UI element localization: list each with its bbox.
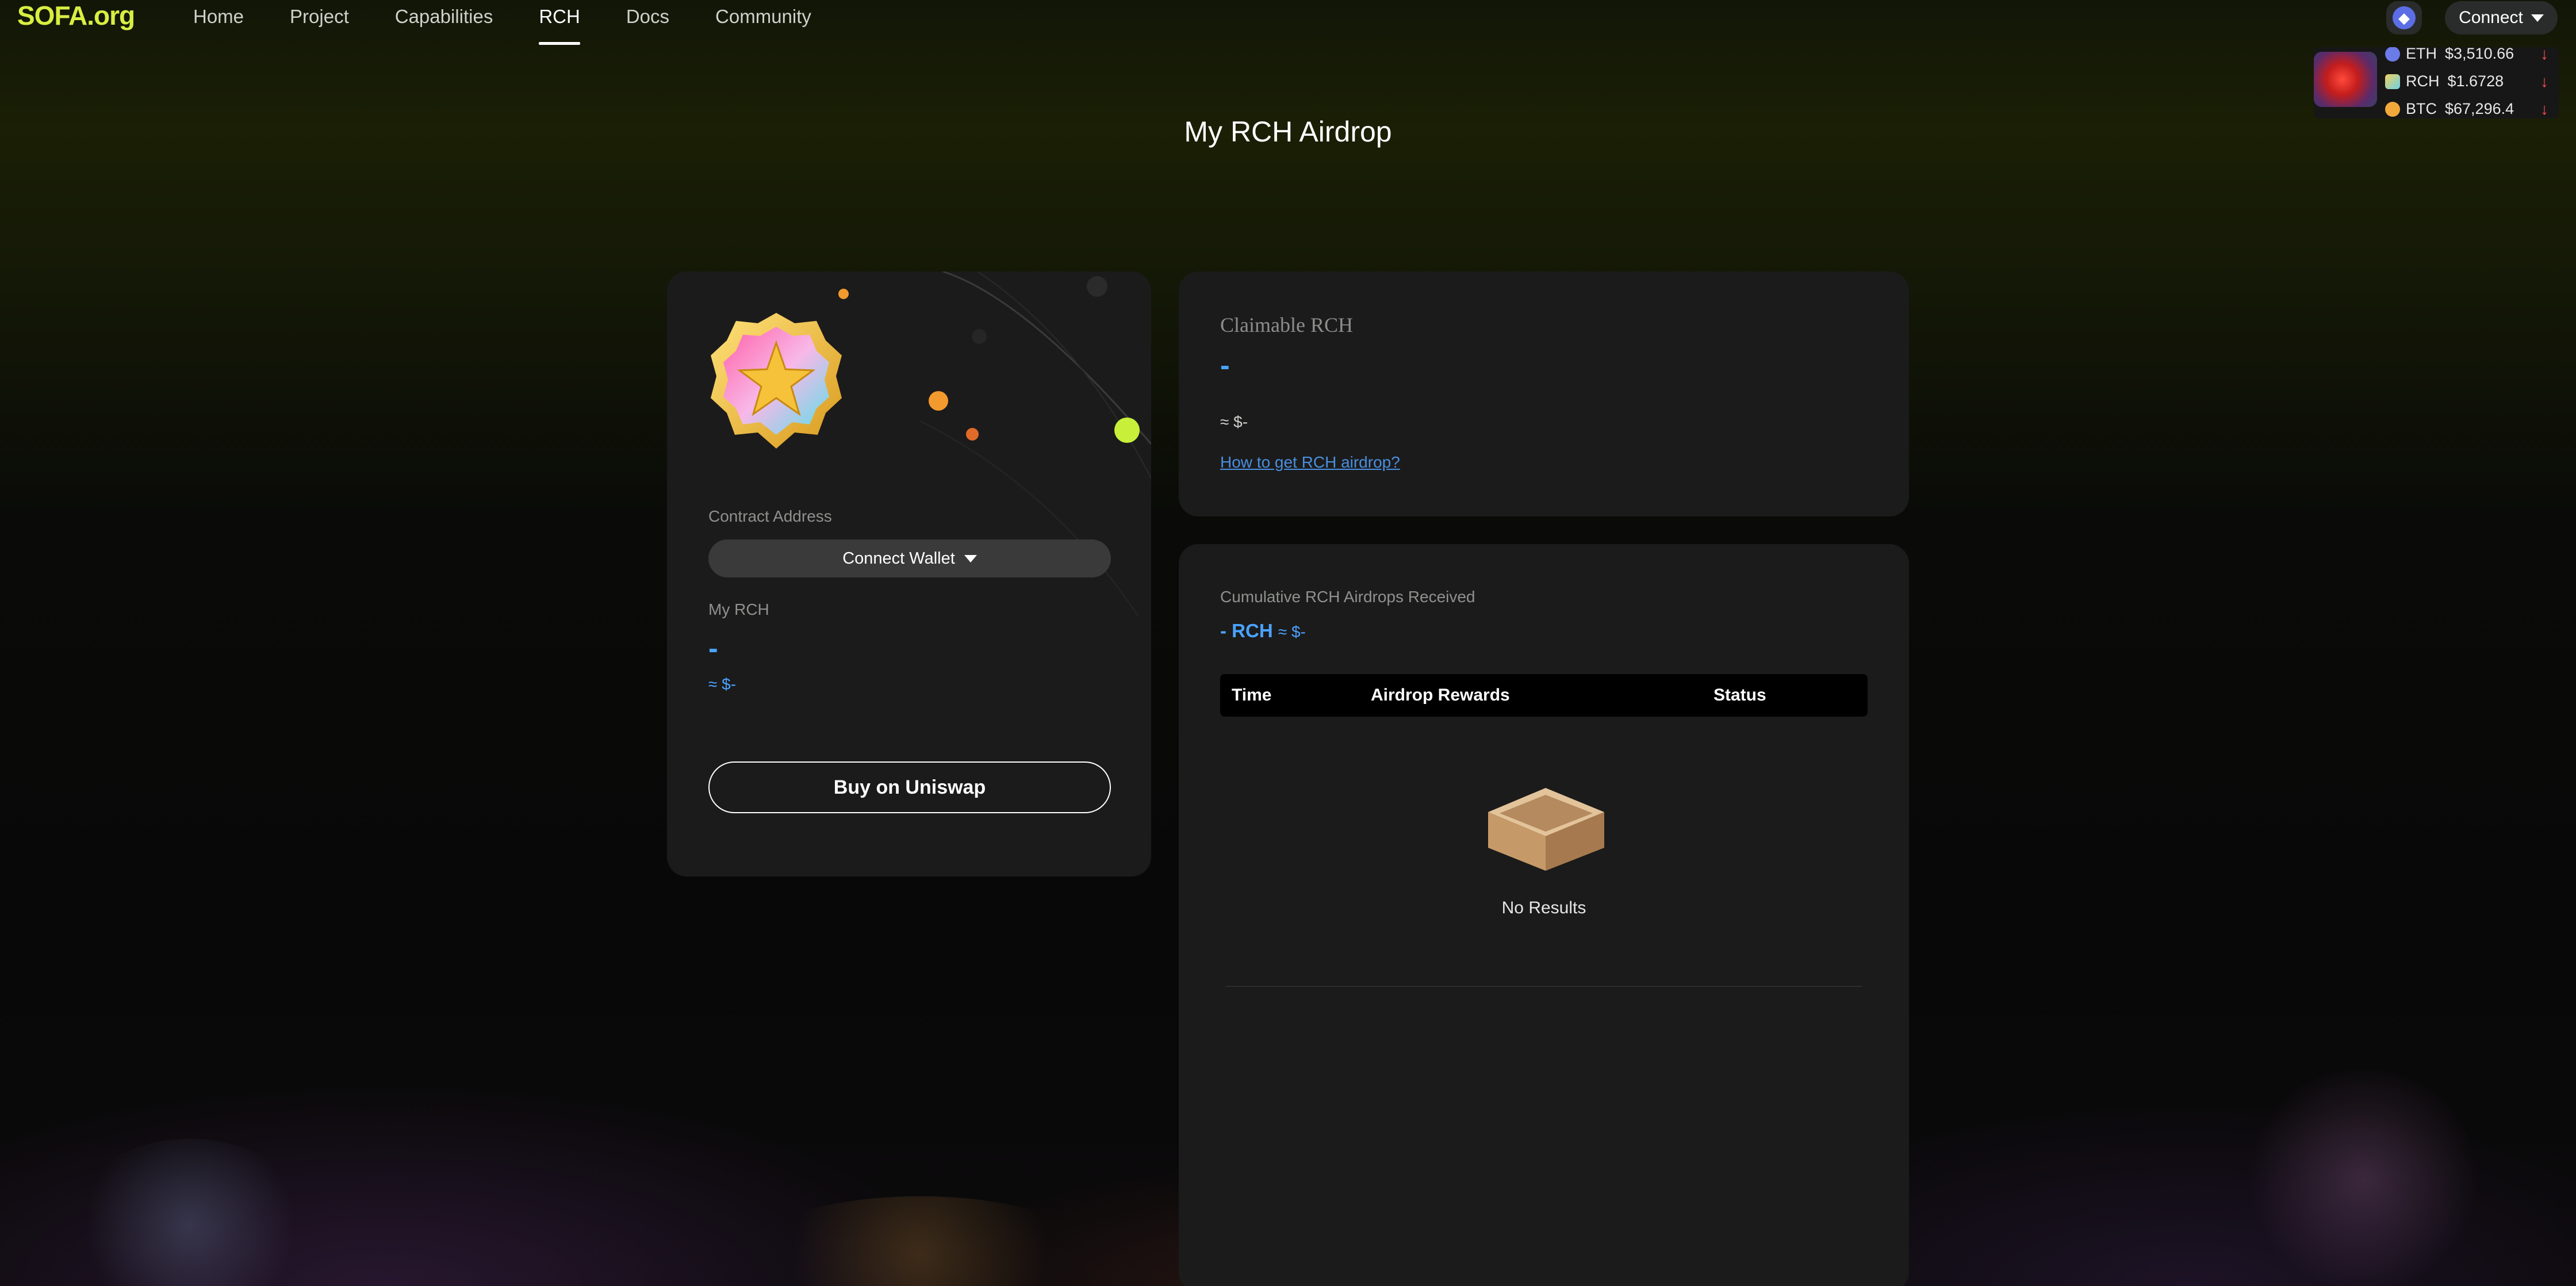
- nav-docs[interactable]: Docs: [626, 6, 669, 28]
- ticker-row-eth: ETH $3,510.66 ↓: [2385, 47, 2558, 63]
- decorative-dot: [838, 289, 849, 299]
- empty-box-icon: [1488, 788, 1604, 871]
- logo[interactable]: SOFA.org: [17, 0, 135, 31]
- column-time: Time: [1232, 686, 1272, 705]
- network-selector[interactable]: ◆: [2386, 1, 2422, 35]
- top-nav: SOFA.org Home Project Capabilities RCH D…: [0, 0, 2576, 45]
- ticker-symbol: ETH: [2406, 47, 2437, 62]
- arrow-down-icon: ↓: [2540, 47, 2548, 63]
- cumulative-usd: ≈ $-: [1278, 623, 1306, 641]
- claimable-value: -: [1220, 349, 1230, 381]
- decorative-dot: [972, 329, 987, 344]
- divider: [1226, 986, 1862, 987]
- decorative-dot: [1087, 276, 1107, 297]
- how-to-get-airdrop-link[interactable]: How to get RCH airdrop?: [1220, 453, 1400, 472]
- connect-wallet-button[interactable]: Connect Wallet: [708, 539, 1111, 577]
- rch-coin-icon: [2385, 74, 2400, 89]
- chevron-down-icon: [2531, 14, 2544, 22]
- nav-home[interactable]: Home: [193, 6, 244, 28]
- buy-on-uniswap-button[interactable]: Buy on Uniswap: [708, 761, 1111, 813]
- background-flower: [747, 1196, 1092, 1286]
- decorative-dot: [929, 391, 948, 411]
- ticker-row-rch: RCH $1.6728 ↓: [2385, 72, 2558, 90]
- chevron-down-icon: [964, 554, 977, 562]
- connect-label: Connect: [2459, 8, 2523, 27]
- cumulative-value-row: - RCH ≈ $-: [1220, 620, 1306, 642]
- nav-links: Home Project Capabilities RCH Docs Commu…: [193, 6, 857, 45]
- rch-badge-icon: [711, 313, 842, 449]
- ticker-price: $1.6728: [2447, 72, 2504, 90]
- nav-project[interactable]: Project: [290, 6, 349, 28]
- ticker-price: $3,510.66: [2445, 47, 2514, 62]
- no-results-text: No Results: [1501, 898, 1586, 917]
- column-status: Status: [1713, 686, 1766, 705]
- ticker-thumbnail: [2314, 52, 2377, 107]
- nav-rch[interactable]: RCH: [539, 6, 580, 45]
- connect-wallet-label: Connect Wallet: [842, 549, 955, 568]
- connect-button[interactable]: Connect: [2445, 1, 2558, 35]
- claimable-label: Claimable RCH: [1220, 313, 1353, 336]
- table-header: Time Airdrop Rewards Status: [1220, 674, 1868, 717]
- column-airdrop-rewards: Airdrop Rewards: [1371, 686, 1510, 705]
- decorative-dot: [966, 428, 979, 441]
- my-rch-card: Contract Address Connect Wallet My RCH -…: [667, 271, 1151, 877]
- background-flower: [69, 1139, 310, 1286]
- btc-coin-icon: [2385, 101, 2400, 117]
- page-title: My RCH Airdrop: [1184, 116, 1392, 148]
- cumulative-label: Cumulative RCH Airdrops Received: [1220, 588, 1475, 606]
- ticker-symbol: RCH: [2406, 72, 2440, 90]
- ethereum-icon: ◆: [2393, 6, 2416, 29]
- cumulative-value: - RCH: [1220, 620, 1273, 641]
- background-flower: [2242, 1070, 2484, 1286]
- contract-address-label: Contract Address: [708, 507, 832, 525]
- nav-community[interactable]: Community: [715, 6, 811, 28]
- price-ticker[interactable]: ETH $3,510.66 ↓ RCH $1.6728 ↓ BTC $67,29…: [2314, 47, 2559, 118]
- arrow-down-icon: ↓: [2540, 72, 2548, 90]
- cumulative-card: Cumulative RCH Airdrops Received - RCH ≈…: [1179, 544, 1909, 1286]
- nav-capabilities[interactable]: Capabilities: [395, 6, 493, 28]
- eth-coin-icon: [2385, 47, 2400, 62]
- claimable-card: Claimable RCH - ≈ $- How to get RCH aird…: [1179, 271, 1909, 516]
- my-rch-label: My RCH: [708, 600, 769, 618]
- my-rch-value: -: [708, 632, 718, 664]
- decorative-dot: [1114, 418, 1140, 443]
- claimable-usd: ≈ $-: [1220, 413, 1248, 431]
- my-rch-usd: ≈ $-: [708, 675, 737, 693]
